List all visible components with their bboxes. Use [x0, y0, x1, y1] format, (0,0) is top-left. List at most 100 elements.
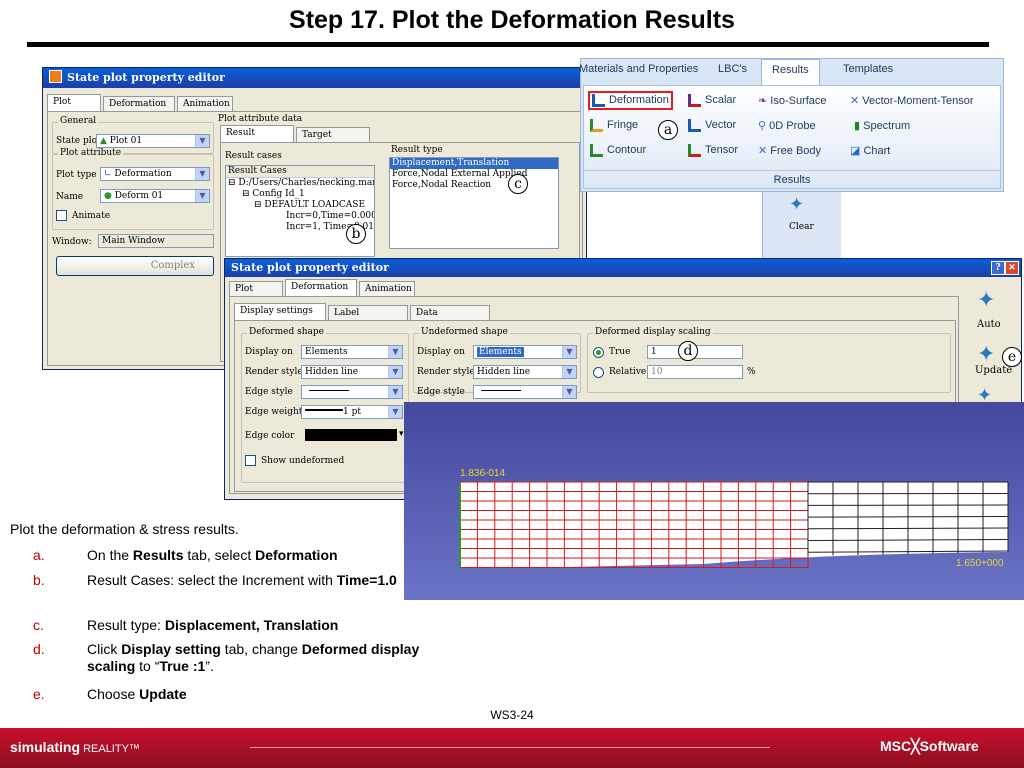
check-icon: ● [104, 191, 115, 201]
results-group: Deformation Scalar ❧ Iso-Surface ✕ Vecto… [583, 85, 1001, 189]
chevron-down-icon: ▼ [388, 366, 402, 378]
tab-result-entities[interactable]: Result entities [220, 125, 294, 153]
edge-weight-line [305, 409, 343, 411]
step-key: a. [33, 547, 45, 563]
clear-button[interactable]: Clear [789, 222, 814, 232]
vector-label: Vector [705, 119, 737, 131]
u-render-style-select[interactable]: Hidden line ▼ [473, 365, 577, 379]
vector-button[interactable]: Vector [688, 119, 736, 132]
tab-animation[interactable]: Animation [177, 96, 233, 111]
animate-label: Animate [72, 211, 111, 221]
tab-animation[interactable]: Animation [359, 281, 415, 296]
deformation-button[interactable]: Deformation [588, 91, 673, 110]
tab-deformation[interactable]: Deformation [103, 96, 175, 111]
tree-node-file[interactable]: ⊟ D:/Users/Charles/necking.marc.t16 [226, 178, 374, 189]
step-text-part: Result type: [87, 617, 165, 633]
scalar-button[interactable]: Scalar [688, 94, 736, 107]
marker-b: b [346, 224, 366, 244]
render-style-select[interactable]: Hidden line ▼ [301, 365, 403, 379]
display-on-select[interactable]: Elements ▼ [301, 345, 403, 359]
clear-icon[interactable]: ✦ [789, 194, 804, 215]
contour-button[interactable]: Contour [590, 144, 646, 157]
mesh-plot [459, 481, 1009, 568]
result-type-item[interactable]: Displacement,Translation [390, 158, 558, 169]
tree-node-loadcase[interactable]: ⊟ DEFAULT LOADCASE [226, 200, 374, 211]
state-plot-label: State plot [56, 136, 101, 146]
state-plot-select[interactable]: ▲ Plot 01 ▼ [96, 134, 210, 148]
relative-radio[interactable] [593, 367, 604, 378]
show-undeformed-checkbox[interactable] [245, 455, 256, 466]
graphics-viewport[interactable]: 1.836-014 1.650+000 [404, 402, 1024, 600]
result-type-item[interactable]: Force,Nodal External Applied [390, 169, 558, 180]
u-edge-style-label: Edge style [417, 387, 465, 397]
ribbon-tab-materials[interactable]: Materials and Properties [579, 63, 698, 75]
max-value-label: 1.650+000 [956, 558, 1004, 569]
result-type-item[interactable]: Force,Nodal Reaction [390, 180, 558, 191]
name-label: Name [56, 192, 84, 202]
step-text-part: Displacement, Translation [164, 617, 339, 633]
fringe-button[interactable]: Fringe [590, 119, 638, 132]
window-field[interactable]: Main Window [98, 234, 214, 248]
step-text-part: Result Cases: select the Increment with [87, 572, 337, 588]
close-icon[interactable]: ✕ [1005, 261, 1019, 275]
tree-node-config[interactable]: ⊟ Config Id_1 [226, 189, 374, 200]
complex-button[interactable]: Complex [56, 256, 214, 276]
tab-label-attributes[interactable]: Label attributes [328, 305, 408, 333]
name-select[interactable]: ● Deform 01 ▼ [100, 189, 210, 203]
plot-type-select[interactable]: ∟ Deformation ▼ [100, 167, 210, 181]
update-button[interactable]: Update [975, 365, 1012, 376]
u-render-style-label: Render style [417, 367, 475, 377]
help-icon[interactable]: ? [991, 261, 1005, 275]
result-type-list[interactable]: Displacement,Translation Force,Nodal Ext… [389, 157, 559, 249]
relative-scale-input[interactable]: 10 [647, 365, 743, 379]
ribbon-tab-results[interactable]: Results [761, 59, 820, 88]
auto-icon[interactable]: ✦ [977, 287, 995, 313]
chart-label: Chart [863, 145, 891, 157]
u-display-on-select[interactable]: Elements ▼ [473, 345, 577, 359]
edge-color-swatch[interactable] [305, 429, 397, 441]
tab-plot-data[interactable]: Plot Data [229, 281, 283, 309]
vector-moment-tensor-button[interactable]: ✕ Vector-Moment-Tensor [850, 94, 974, 107]
plot-icon: ▲ [100, 136, 110, 146]
edge-style-label: Edge style [245, 387, 293, 397]
tab-target-entities[interactable]: Target entities [296, 127, 370, 155]
tensor-button[interactable]: Tensor [688, 144, 738, 157]
u-edge-style-select[interactable]: ▼ [473, 385, 577, 399]
update-icon[interactable]: ✦ [977, 341, 995, 367]
step-text-part: True :1 [159, 658, 206, 674]
show-undeformed-label: Show undeformed [261, 456, 345, 466]
back-editor-title: State plot property editor [67, 71, 225, 84]
u-display-on-label: Display on [417, 347, 465, 357]
slide-title: Step 17. Plot the Deformation Results [289, 6, 735, 34]
iso-surface-button[interactable]: ❧ Iso-Surface [758, 94, 827, 107]
chevron-down-icon: ▼ [388, 346, 402, 358]
edge-color-dropdown-icon[interactable]: ▾ [399, 429, 404, 439]
tab-display-settings[interactable]: Display settings [234, 303, 326, 320]
edge-weight-select[interactable]: 1 pt ▼ [301, 405, 403, 419]
ribbon-tab-templates[interactable]: Templates [843, 63, 893, 75]
0d-probe-button[interactable]: ⚲ 0D Probe [758, 119, 816, 132]
tab-data-transforms[interactable]: Data transforms [410, 305, 490, 333]
free-body-button[interactable]: ✕ Free Body [758, 144, 821, 157]
edge-style-select[interactable]: ▼ [301, 385, 403, 399]
display-on-value: Elements [305, 347, 348, 357]
step-text: Result type: Displacement, Translation [87, 617, 437, 634]
tree-node-incr-0[interactable]: Incr=0,Time=0.000000 [226, 211, 374, 222]
tab-deformation[interactable]: Deformation [285, 279, 357, 296]
animate-checkbox[interactable] [56, 210, 67, 221]
tab-plot-data[interactable]: Plot Data [47, 94, 101, 122]
ribbon-tab-lbcs[interactable]: LBC's [718, 63, 747, 75]
chart-button[interactable]: ◪ Chart [850, 144, 890, 157]
u-edge-style-line [481, 390, 521, 391]
chevron-down-icon: ▼ [388, 386, 402, 398]
edge-style-line [309, 390, 349, 391]
footer-tagline: simulating REALITY™ [10, 739, 140, 755]
edge-weight-value: 1 pt [343, 407, 361, 417]
title-rule [27, 42, 989, 47]
true-radio[interactable] [593, 347, 604, 358]
chevron-down-icon: ▼ [562, 346, 576, 358]
auto-button[interactable]: Auto [977, 319, 1001, 330]
tree-node-file-label: D:/Users/Charles/necking.marc.t16 [238, 178, 375, 188]
spectrum-button[interactable]: ▮ Spectrum [854, 119, 910, 132]
u-render-style-value: Hidden line [477, 367, 531, 377]
